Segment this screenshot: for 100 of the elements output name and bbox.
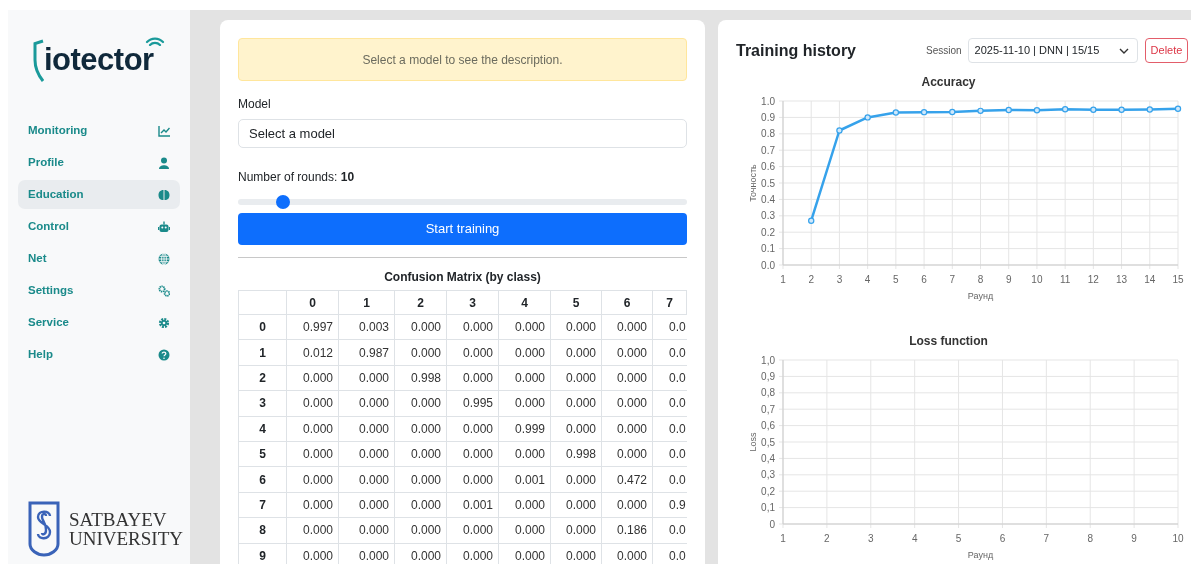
table-cell: 0.995 [446, 390, 499, 417]
row-header: 3 [238, 390, 287, 417]
table-cell: 0.000 [498, 339, 551, 366]
table-cell: 0.000 [338, 365, 395, 391]
table-cell: 0.012 [286, 339, 339, 366]
table-cell: 0.000 [338, 517, 395, 543]
table-cell: 0.000 [394, 390, 447, 417]
row-header: 2 [238, 365, 287, 391]
chart-title: Accuracy [920, 74, 977, 91]
axis-label: 14 [1144, 274, 1156, 285]
field-label: Model [238, 96, 272, 113]
row-header: 1 [238, 339, 287, 366]
table-cell: 0.000 [338, 492, 395, 518]
axis-label: 0,6 [761, 420, 775, 432]
row-header: 6 [238, 466, 287, 493]
column-header: 2 [394, 290, 447, 315]
table-cell: 0.000 [498, 314, 551, 340]
table-cell: 0.998 [394, 365, 447, 391]
table-cell: 0.003 [338, 314, 395, 340]
axis-label: 0.0 [761, 259, 775, 271]
axis-label: 0,7 [761, 403, 775, 415]
axis-label: 0.3 [761, 210, 775, 222]
axis-title: Точность [748, 164, 758, 202]
table-cell: 0.000 [446, 441, 499, 467]
university-name: UNIVERSITY [69, 529, 183, 548]
row-header: 8 [238, 517, 287, 543]
table-cell: 0.997 [286, 314, 339, 340]
university-name: SATBAYEV [69, 510, 168, 529]
axis-label: 15 [1172, 274, 1184, 285]
axis-label: 8 [1087, 533, 1093, 544]
table-cell: 0.000 [601, 390, 653, 417]
axis-label: 0.7 [761, 144, 775, 156]
axis-label: 0,5 [761, 436, 775, 448]
axis-label: 0,4 [761, 452, 775, 464]
table-cell: 0.000 [550, 365, 602, 391]
table-cell: 0.000 [446, 466, 499, 493]
table-cell: 0.000 [286, 466, 339, 493]
table-cell: 0.000 [498, 492, 551, 518]
table-cell: 0.000 [286, 365, 339, 391]
table-cell: 0.000 [446, 517, 499, 543]
table-cell: 0.000 [550, 466, 602, 493]
row-header: 4 [238, 416, 287, 442]
axis-label: 13 [1116, 274, 1128, 285]
column-header: 6 [601, 290, 653, 315]
axis-label: 7 [1043, 533, 1050, 544]
axis-label: 11 [1059, 274, 1071, 285]
logo-text: iotector [44, 44, 154, 75]
row-header: 9 [238, 543, 287, 564]
table-cell: 0.000 [601, 441, 653, 467]
column-header: 7 [652, 290, 687, 315]
row-header: 0 [238, 314, 287, 340]
table-cell: 0.000 [394, 517, 447, 543]
table-cell: 0.000 [394, 466, 447, 493]
axis-label: 2 [808, 274, 814, 285]
table-cell: 0.000 [498, 365, 551, 391]
axis-label: 5 [893, 274, 899, 285]
table-cell: 0.000 [550, 314, 602, 340]
table-cell: 0.472 [601, 466, 653, 493]
axis-label: 1,0 [761, 354, 775, 366]
axis-label: 0.2 [761, 226, 775, 238]
table-cell: 0.000 [394, 441, 447, 467]
table-cell: 0.000 [446, 416, 499, 442]
table-cell: 0.000 [601, 339, 653, 366]
column-header: 1 [338, 290, 395, 315]
table-cell: 0.000 [394, 314, 447, 340]
table-cell: 0.000 [601, 492, 653, 518]
axis-label: 8 [977, 274, 984, 285]
axis-label: 9 [1131, 533, 1137, 544]
table-cell: 0.000 [286, 517, 339, 543]
table-title: Confusion Matrix (by class) [383, 269, 542, 286]
table-cell: 0.000 [550, 492, 602, 518]
axis-label: 0 [769, 518, 775, 530]
table-cell: 0.000 [601, 416, 653, 442]
table-cell: 0.000 [338, 416, 395, 442]
table-cell: 0.000 [601, 365, 653, 391]
axis-label: 3 [868, 533, 874, 544]
table-cell: 0.000 [498, 441, 551, 467]
table-cell: 0.000 [394, 416, 447, 442]
rounds-label: Number of rounds: 10 [238, 169, 356, 186]
axis-label: 0.4 [761, 193, 775, 205]
table-cell: 0.000 [498, 517, 551, 543]
axis-label: 10 [1031, 274, 1043, 285]
axis-title: Раунд [967, 291, 994, 301]
axis-label: 12 [1087, 274, 1099, 285]
table-cell: 0.000 [550, 517, 602, 543]
axis-label: 1.0 [761, 95, 775, 107]
axis-label: 7 [949, 274, 956, 285]
table-cell: 0.001 [498, 466, 551, 493]
info-alert: Select a model to see the description. [238, 38, 687, 81]
axis-label: 0.1 [761, 243, 775, 255]
column-header: 5 [550, 290, 602, 315]
table-cell: 0.000 [550, 390, 602, 417]
table-cell: 0.000 [286, 441, 339, 467]
card-title: Training history [736, 40, 857, 61]
table-cell: 0.001 [446, 492, 499, 518]
table-cell: 0.987 [338, 339, 395, 366]
table-cell: 0.000 [498, 390, 551, 417]
column-header: 3 [446, 290, 499, 315]
table-cell: 0.000 [286, 492, 339, 518]
table-cell: 0.000 [286, 416, 339, 442]
